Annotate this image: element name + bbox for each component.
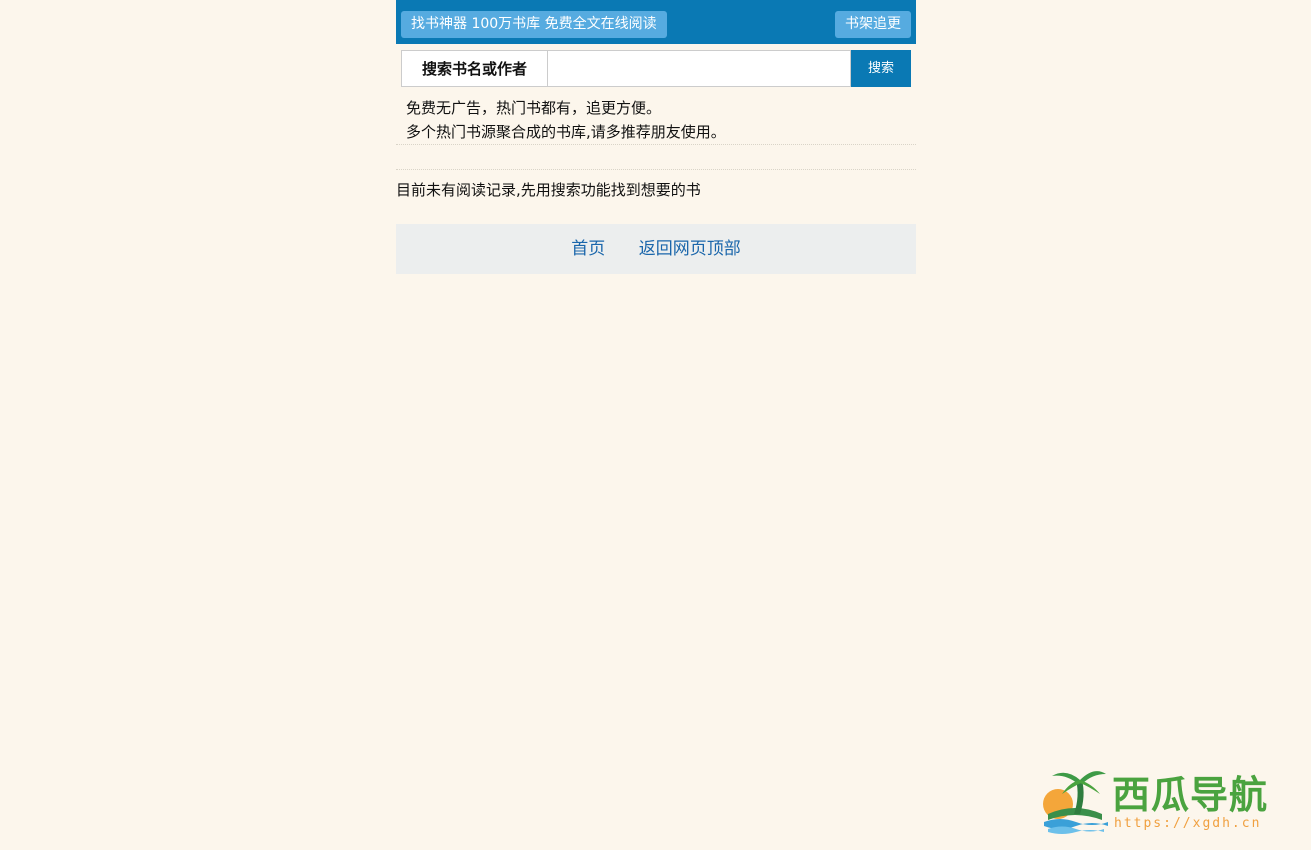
top-bar: 找书神器 100万书库 免费全文在线阅读 书架追更 [396, 0, 916, 44]
watermark-name: 西瓜导航 [1112, 772, 1269, 817]
page: 找书神器 100万书库 免费全文在线阅读 书架追更 搜索书名或作者 搜索 免费无… [0, 0, 1311, 850]
watermark-url: https://xgdh.cn [1114, 816, 1262, 831]
search-bar: 搜索书名或作者 搜索 [401, 50, 911, 88]
watermark: 西瓜导航 https://xgdh.cn [1040, 762, 1290, 837]
search-button[interactable]: 搜索 [851, 50, 911, 87]
bookshelf-button[interactable]: 书架追更 [835, 11, 911, 38]
intro-text: 免费无广告，热门书都有，追更方便。 多个热门书源聚合成的书库,请多推荐朋友使用。 [396, 88, 916, 145]
palm-island-logo-icon [1043, 771, 1108, 834]
reading-history-empty: 目前未有阅读记录,先用搜索功能找到想要的书 [396, 181, 701, 199]
footer-nav: 首页 返回网页顶部 [396, 224, 916, 274]
home-title-button[interactable]: 找书神器 100万书库 免费全文在线阅读 [401, 11, 667, 38]
search-label: 搜索书名或作者 [401, 50, 548, 87]
intro-line-2: 多个热门书源聚合成的书库,请多推荐朋友使用。 [406, 123, 726, 141]
footer-link-back-to-top[interactable]: 返回网页顶部 [639, 239, 741, 259]
divider [396, 169, 916, 170]
intro-line-1: 免费无广告，热门书都有，追更方便。 [406, 99, 662, 117]
search-input[interactable] [548, 50, 851, 87]
main-container: 找书神器 100万书库 免费全文在线阅读 书架追更 搜索书名或作者 搜索 免费无… [396, 0, 916, 274]
footer-link-home[interactable]: 首页 [571, 239, 605, 259]
